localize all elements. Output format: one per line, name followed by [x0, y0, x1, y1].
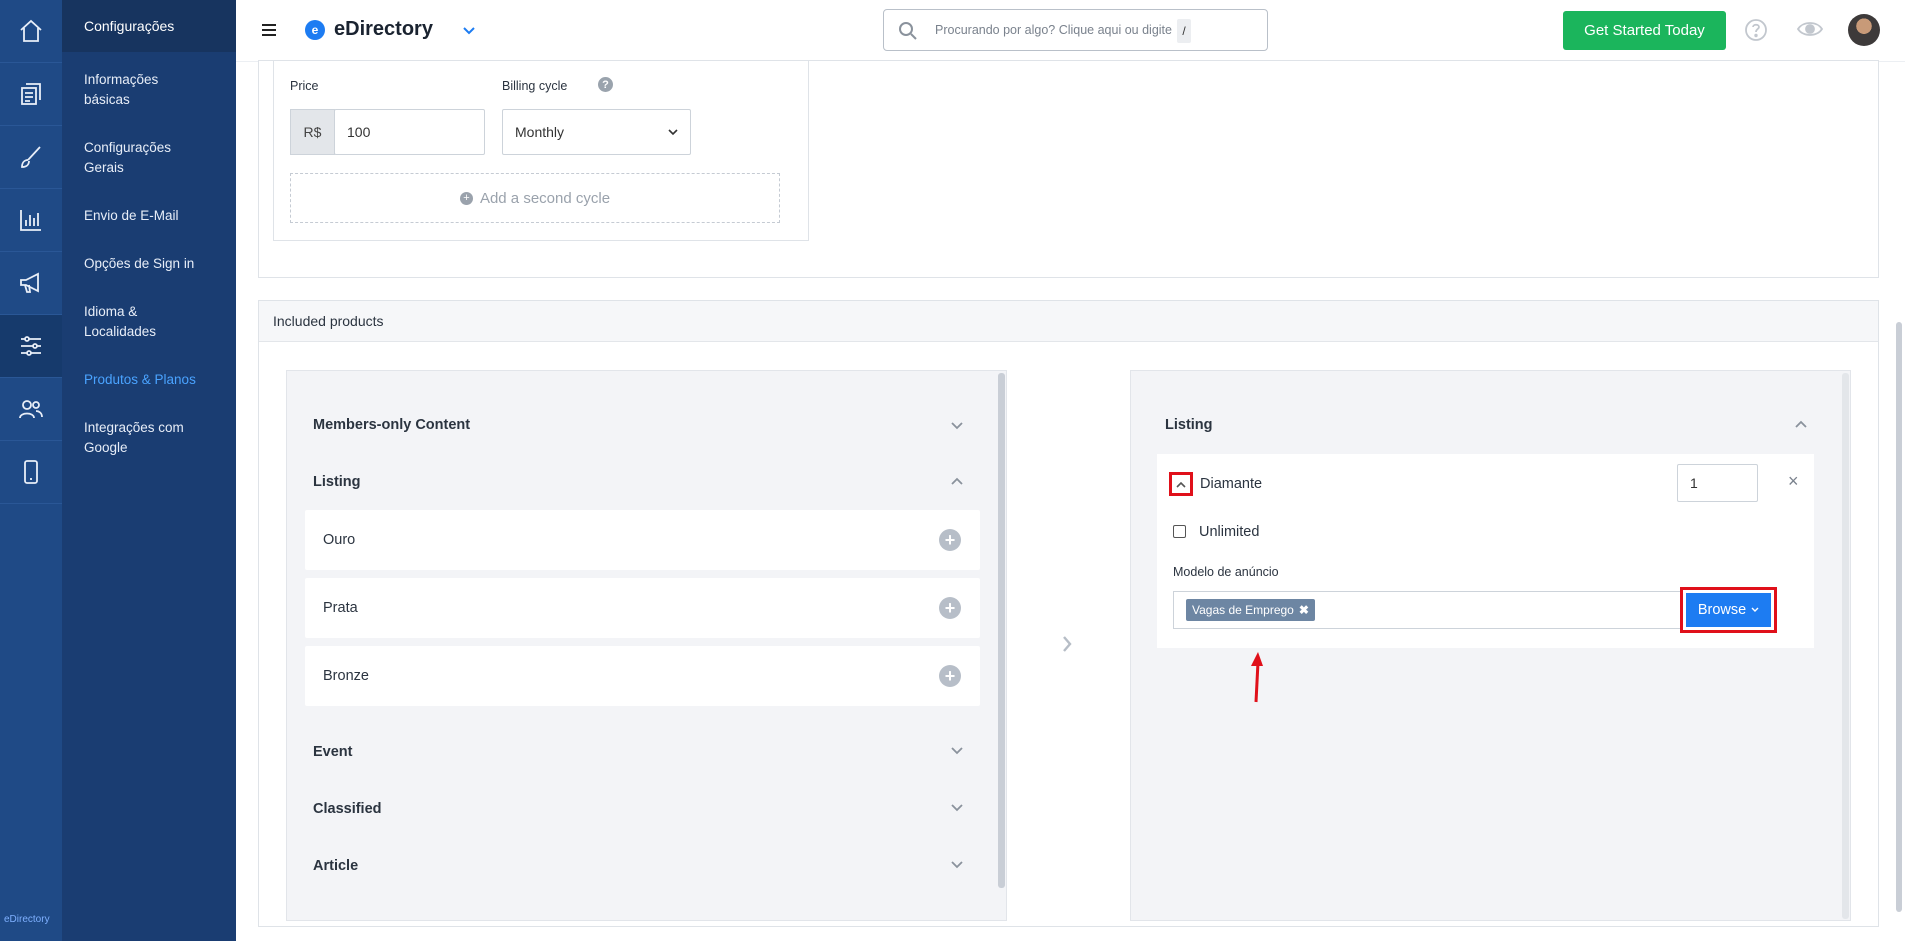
search-icon — [899, 22, 917, 40]
add-bronze-plus-icon[interactable]: + — [939, 665, 961, 687]
included-products-title: Included products — [273, 313, 384, 329]
avatar[interactable] — [1848, 14, 1880, 46]
annotation-arrow — [1251, 652, 1263, 703]
nav-settings[interactable] — [0, 315, 62, 378]
search-bar[interactable]: Procurando por algo? Clique aqui ou digi… — [883, 9, 1268, 51]
select-chevron-icon — [668, 128, 678, 135]
pricing-box: Price R$ 100 Billing cycle ? Monthly + A… — [273, 61, 809, 241]
section-members-only[interactable]: Members-only Content — [313, 417, 470, 433]
home-icon — [20, 19, 42, 42]
search-shortcut-key: / — [1177, 19, 1191, 43]
selected-item-card: Diamante 1 × Unlimited Modelo de anúncio… — [1157, 454, 1814, 648]
section-listing[interactable]: Listing — [313, 474, 361, 490]
browse-button[interactable]: Browse — [1686, 593, 1771, 627]
included-products-card: Included products Members-only Content L… — [258, 300, 1879, 927]
chevron-up-icon[interactable] — [950, 476, 964, 486]
browse-button-highlight: Browse — [1680, 587, 1777, 633]
chevron-down-icon[interactable] — [950, 746, 964, 756]
nav-mobile[interactable] — [0, 441, 62, 504]
section-event[interactable]: Event — [313, 744, 353, 760]
sidebar-item-products-plans[interactable]: Produtos & Planos — [62, 370, 236, 390]
sidebar-item-sign-in[interactable]: Opções de Sign in — [62, 254, 236, 274]
unlimited-label: Unlimited — [1199, 524, 1260, 540]
settings-sliders-icon — [21, 336, 41, 356]
promotion-megaphone-icon — [20, 272, 39, 293]
billing-cycle-select[interactable]: Monthly — [502, 109, 691, 155]
nav-promotion[interactable] — [0, 252, 62, 315]
brand-footer: eDirectory — [4, 914, 50, 925]
chevron-down-icon[interactable] — [462, 26, 476, 36]
section-article[interactable]: Article — [313, 858, 358, 874]
left-panel-scrollbar[interactable] — [998, 373, 1005, 888]
nav-reports[interactable] — [0, 189, 62, 252]
item-name: Diamante — [1200, 476, 1263, 492]
settings-sidebar: Configurações Informações básicas Config… — [62, 0, 236, 941]
sidebar-item-general-settings[interactable]: Configurações Gerais — [62, 138, 236, 178]
icon-nav-bar: eDirectory — [0, 0, 62, 941]
search-input[interactable]: Procurando por algo? Clique aqui ou digi… — [935, 23, 1172, 37]
top-bar: e eDirectory Procurando por algo? Clique… — [236, 0, 1905, 62]
template-tag: Vagas de Emprego ✖ — [1186, 599, 1315, 621]
chevron-down-icon — [1751, 607, 1759, 612]
template-tag-input[interactable]: Vagas de Emprego ✖ — [1173, 591, 1686, 629]
unlimited-checkbox[interactable] — [1173, 525, 1186, 538]
reports-chart-icon — [20, 210, 41, 231]
app-name: eDirectory — [334, 18, 433, 40]
selected-products-panel: Listing Diamante 1 × Unlimited Modelo de… — [1130, 370, 1851, 921]
list-item-ouro: Ouro — [305, 510, 980, 570]
chevron-right-icon — [1063, 636, 1072, 652]
currency-prefix: R$ — [290, 109, 335, 155]
template-label: Modelo de anúncio — [1173, 565, 1279, 579]
quantity-input[interactable]: 1 — [1677, 464, 1758, 502]
add-second-cycle-button[interactable]: + Add a second cycle — [290, 173, 780, 223]
chevron-down-icon[interactable] — [950, 860, 964, 870]
help-icon[interactable] — [1744, 18, 1768, 42]
sidebar-item-language[interactable]: Idioma & Localidades — [62, 302, 236, 342]
remove-item-icon[interactable]: × — [1788, 471, 1799, 492]
users-icon — [19, 400, 43, 419]
chevron-down-icon[interactable] — [950, 803, 964, 813]
chevron-down-icon[interactable] — [950, 421, 964, 431]
nav-content[interactable] — [0, 63, 62, 126]
preview-eye-icon[interactable] — [1796, 18, 1824, 40]
section-classified[interactable]: Classified — [313, 801, 382, 817]
design-brush-icon — [21, 146, 41, 168]
main-content: Price R$ 100 Billing cycle ? Monthly + A… — [236, 60, 1905, 941]
page-scrollbar[interactable] — [1896, 322, 1902, 912]
remove-tag-icon[interactable]: ✖ — [1299, 603, 1309, 617]
included-products-header: Included products — [259, 301, 1878, 342]
billing-cycle-label: Billing cycle — [502, 79, 568, 93]
content-icon — [21, 83, 41, 105]
list-item-prata: Prata — [305, 578, 980, 638]
list-item-bronze: Bronze — [305, 646, 980, 706]
right-panel-scrollbar[interactable] — [1842, 373, 1849, 919]
nav-home[interactable] — [0, 0, 62, 63]
mobile-icon — [24, 460, 38, 484]
add-ouro-plus-icon[interactable]: + — [939, 529, 961, 551]
sidebar-item-email[interactable]: Envio de E-Mail — [62, 206, 236, 226]
edirectory-logo-icon: e — [305, 20, 325, 40]
plan-card: Price R$ 100 Billing cycle ? Monthly + A… — [258, 60, 1879, 278]
price-input[interactable]: 100 — [334, 109, 485, 155]
nav-design[interactable] — [0, 126, 62, 189]
nav-users[interactable] — [0, 378, 62, 441]
get-started-button[interactable]: Get Started Today — [1563, 11, 1726, 50]
price-label: Price — [290, 79, 319, 93]
sidebar-title: Configurações — [62, 0, 236, 52]
sidebar-item-google[interactable]: Integrações com Google — [62, 418, 236, 458]
chevron-up-icon — [1176, 481, 1186, 488]
add-prata-plus-icon[interactable]: + — [939, 597, 961, 619]
available-products-panel: Members-only Content Listing Ouro + Prat… — [286, 370, 1007, 921]
collapse-item-button[interactable] — [1169, 472, 1193, 496]
sidebar-item-basic-info[interactable]: Informações básicas — [62, 70, 236, 110]
billing-help-icon[interactable]: ? — [598, 77, 613, 92]
hamburger-menu-icon[interactable] — [262, 24, 276, 36]
plus-circle-icon: + — [459, 191, 473, 205]
chevron-up-icon[interactable] — [1794, 419, 1808, 429]
selected-section-listing[interactable]: Listing — [1165, 417, 1213, 433]
